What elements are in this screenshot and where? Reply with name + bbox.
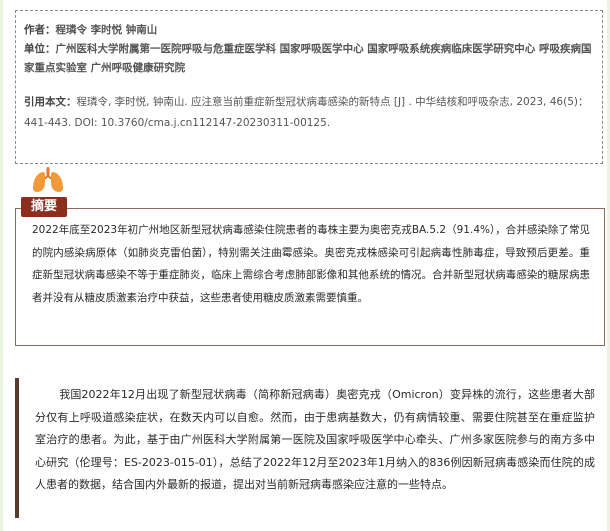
authors-value: 程璘令 李时悦 钟南山: [55, 24, 158, 36]
affiliation-value: 广州医科大学附属第一医院呼吸与危重症医学科 国家呼吸医学中心 国家呼吸系统疾病临…: [24, 43, 592, 74]
reference-info-box: 作者：程璘令 李时悦 钟南山 单位：广州医科大学附属第一医院呼吸与危重症医学科 …: [15, 10, 603, 164]
abstract-box: 2022年底至2023年初广州地区新型冠状病毒感染住院患者的毒株主要为奥密克戎B…: [15, 208, 605, 346]
authors-line: 作者：程璘令 李时悦 钟南山: [24, 21, 594, 40]
affiliation-label: 单位：: [24, 43, 56, 55]
authors-label: 作者：: [24, 24, 56, 36]
body-paragraph-block: 我国2022年12月出现了新型冠状病毒（简称新冠病毒）奥密克戎（Omicron）…: [15, 378, 605, 518]
abstract-tag: 摘要: [21, 197, 68, 217]
lungs-icon: [33, 167, 63, 192]
article-page: 作者：程璘令 李时悦 钟南山 单位：广州医科大学附属第一医院呼吸与危重症医学科 …: [0, 0, 610, 531]
affiliation-line: 单位：广州医科大学附属第一医院呼吸与危重症医学科 国家呼吸医学中心 国家呼吸系统…: [24, 40, 594, 78]
citation-line: 引用本文：程璘令, 李时悦, 钟南山. 应注意当前重症新型冠状病毒感染的新特点 …: [24, 92, 594, 134]
body-paragraph: 我国2022年12月出现了新型冠状病毒（简称新冠病毒）奥密克戎（Omicron）…: [35, 388, 595, 491]
abstract-text: 2022年底至2023年初广州地区新型冠状病毒感染住院患者的毒株主要为奥密克戎B…: [32, 224, 590, 304]
citation-value: 程璘令, 李时悦, 钟南山. 应注意当前重症新型冠状病毒感染的新特点 [J] .…: [24, 96, 589, 129]
citation-label: 引用本文：: [24, 96, 77, 108]
